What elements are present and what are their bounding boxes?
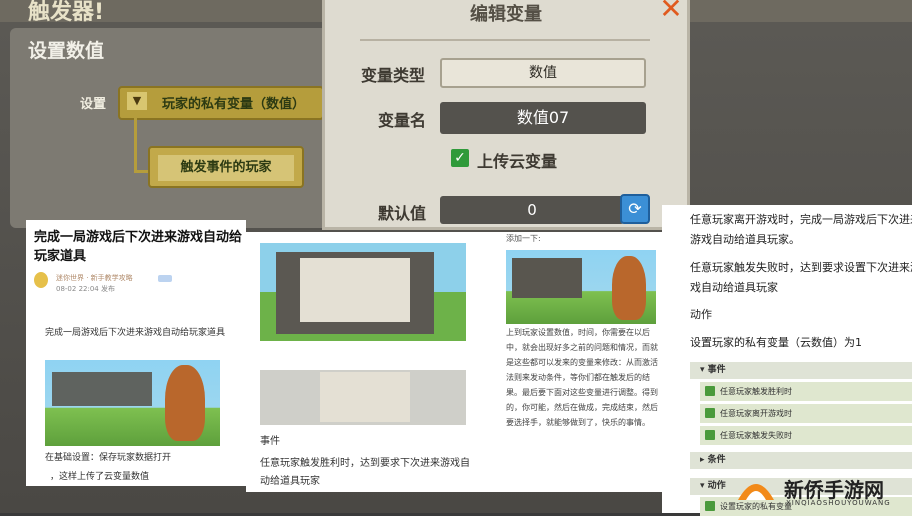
variable-type-label: 变量类型 — [361, 66, 426, 85]
checkbox-icon[interactable] — [705, 501, 715, 511]
dialog-title: 编辑变量 — [470, 4, 542, 25]
default-value-label: 默认值 — [378, 204, 427, 223]
variable-name-input[interactable]: 数值07 — [440, 102, 646, 134]
event-description: 任意玩家触发胜利时，达到要求下次进来游戏自动给道具玩家 — [260, 458, 470, 487]
set-value-heading: 设置数值 — [28, 40, 105, 62]
screenshot-panel — [512, 258, 582, 298]
event-heading: 事件 — [260, 436, 280, 447]
dialog-divider — [360, 39, 650, 41]
screenshot-dialog — [320, 372, 410, 422]
article-body: 完成一局游戏后下次进来游戏自动给玩家道具 — [45, 328, 226, 338]
default-value-input[interactable]: 0 — [440, 196, 624, 224]
trigger-desc-2: 任意玩家触发失败时，达到要求设置下次进来游戏自动给道具玩家 — [690, 261, 912, 294]
card-body: 上到玩家设置数值，时间，你需要在以后中，就会出现好多之前的问题和情况，而就是这些… — [506, 328, 658, 427]
trigger-player-label: 触发事件的玩家 — [158, 155, 294, 181]
refresh-icon[interactable]: ⟳ — [620, 194, 650, 224]
cloud-variable-checkbox[interactable]: ✓ — [451, 149, 469, 167]
set-label: 设置 — [80, 97, 107, 112]
article-title: 完成一局游戏后下次进来游戏自动给玩家道具 — [34, 230, 243, 264]
screenshot-settings — [300, 258, 410, 322]
cloud-variable-label: 上传云变量 — [477, 152, 558, 171]
event-item[interactable]: 任意玩家触发胜利时 — [700, 382, 912, 401]
trigger-desc-1: 任意玩家离开游戏时，完成一局游戏后下次进来游戏自动给道具玩家。 — [690, 213, 912, 246]
screenshot-character — [165, 365, 205, 441]
variable-type-field[interactable]: 数值 — [440, 58, 646, 88]
action-desc: 设置玩家的私有变量（云数值）为1 — [690, 336, 862, 349]
author-name: 迷你世界 · 新手教学攻略 — [56, 274, 133, 282]
checkbox-icon[interactable] — [705, 430, 715, 440]
editor-title: 触发器! — [28, 0, 105, 25]
chevron-down-icon[interactable]: ▼ — [127, 92, 147, 110]
screenshot-character — [612, 256, 646, 320]
publish-date: 08-02 22:04 发布 — [56, 285, 115, 293]
avatar — [34, 272, 48, 288]
checkbox-icon[interactable] — [705, 386, 715, 396]
event-item[interactable]: 任意玩家离开游戏时 — [700, 404, 912, 423]
variable-name-label: 变量名 — [378, 111, 427, 130]
watermark-subtext: XINQIAOSHOUYOUWANG — [786, 499, 891, 507]
watermark-logo-icon — [738, 484, 774, 500]
author-badge — [158, 275, 172, 282]
screenshot-panel — [52, 372, 152, 406]
variable-select-value: 玩家的私有变量（数值） — [162, 97, 306, 112]
close-icon[interactable]: ✕ — [656, 0, 686, 23]
condition-section-header[interactable]: ▸ 条件 — [690, 452, 912, 469]
checkbox-icon[interactable] — [705, 408, 715, 418]
caption-1: 在基础设置：保存玩家数据打开 — [45, 453, 172, 463]
action-heading: 动作 — [690, 308, 712, 321]
card-intro: 添加一下: — [506, 234, 541, 243]
event-item[interactable]: 任意玩家触发失败时 — [700, 426, 912, 445]
event-section-header[interactable]: ▾ 事件 — [690, 362, 912, 379]
caption-2: ，这样上传了云变量数值 — [50, 472, 150, 482]
